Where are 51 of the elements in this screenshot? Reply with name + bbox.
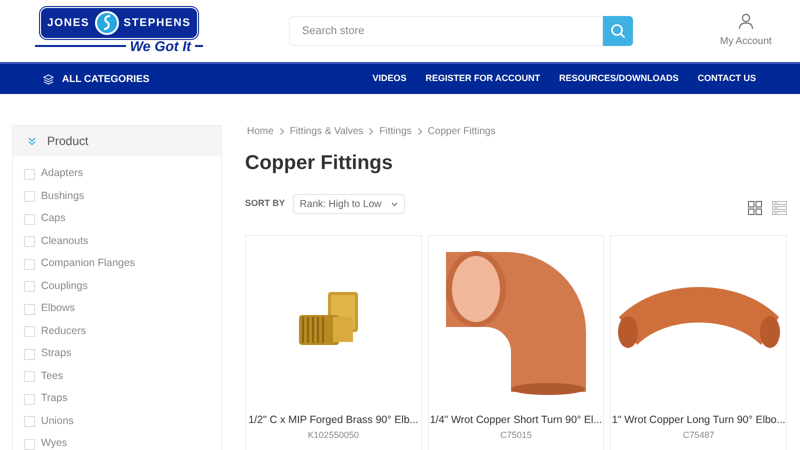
filter-option[interactable]: Cleanouts <box>24 234 221 248</box>
filter-option[interactable]: Caps <box>24 212 221 226</box>
page-title: Copper Fittings <box>245 151 394 176</box>
filter-option[interactable]: Straps <box>24 347 221 361</box>
breadcrumb-link[interactable]: Home <box>247 124 274 138</box>
filter-option[interactable]: Companion Flanges <box>24 257 221 271</box>
logo-word: JONES <box>47 16 90 31</box>
product-card[interactable]: 1/2" C x MIP Forged Brass 90° Elb... K102550050 <box>245 235 422 450</box>
caret-icon <box>391 202 398 206</box>
nav-link[interactable]: RESOURCES/DOWNLOADS <box>559 72 679 86</box>
product-sku: C75487 <box>682 430 716 441</box>
filter-option[interactable]: Adapters <box>24 167 221 181</box>
breadcrumb-link[interactable]: Fittings & Valves <box>290 124 364 138</box>
grid-view-icon[interactable] <box>748 201 762 215</box>
nav-link[interactable]: CONTACT US <box>698 72 756 86</box>
product-card[interactable]: 1" Wrot Copper Long Turn 90° Elbo... C75487 <box>610 235 787 450</box>
filter-option[interactable]: Elbows <box>24 302 221 316</box>
nav-link[interactable]: REGISTER FOR ACCOUNT <box>425 72 540 86</box>
filter-option[interactable]: Reducers <box>24 324 221 338</box>
filter-option[interactable]: Wyes <box>24 437 221 450</box>
sort-label: SORT BY <box>245 197 286 210</box>
product-card[interactable]: 1/4" Wrot Copper Short Turn 90° El... C75015 <box>428 235 604 450</box>
filter-option[interactable]: Tees <box>24 370 221 384</box>
list-view-icon[interactable] <box>772 201 787 215</box>
filter-header[interactable]: Product <box>13 126 221 156</box>
product-name[interactable]: 1/2" C x MIP Forged Brass 90° Elb... <box>246 414 421 427</box>
nav-link[interactable]: VIDEOS <box>372 72 406 86</box>
breadcrumb-link[interactable]: Copper Fittings <box>428 124 496 138</box>
chevron-icon <box>369 128 374 134</box>
product-sku: K102550050 <box>306 430 360 441</box>
chevron-icon <box>280 128 284 134</box>
sort-dropdown[interactable]: Rank: High to Low <box>293 194 406 214</box>
breadcrumb-link[interactable]: Fittings <box>379 124 412 138</box>
product-name[interactable]: 1/4" Wrot Copper Short Turn 90° El... <box>428 414 604 427</box>
swirl-icon <box>94 10 120 36</box>
layers-icon <box>43 74 54 84</box>
logo-word: STEPHENS <box>124 16 191 31</box>
product-name[interactable]: 1" Wrot Copper Long Turn 90° Elbo... <box>611 414 786 427</box>
search-field[interactable]: Search store <box>289 16 603 46</box>
product-sku: C75015 <box>499 430 533 441</box>
user-icon <box>738 13 754 30</box>
filter-option[interactable]: Unions <box>24 414 221 428</box>
categories-menu[interactable]: ALL CATEGORIES <box>43 72 150 86</box>
filter-option[interactable]: Couplings <box>24 280 221 294</box>
filter-option[interactable]: Traps <box>24 392 221 406</box>
search-icon <box>610 23 626 39</box>
logo-tagline: We Got It <box>130 38 191 54</box>
chevron-icon <box>418 128 422 134</box>
filter-option[interactable]: Bushings <box>24 190 221 204</box>
account-link[interactable]: My Account <box>720 13 772 49</box>
search-button[interactable] <box>603 16 633 46</box>
